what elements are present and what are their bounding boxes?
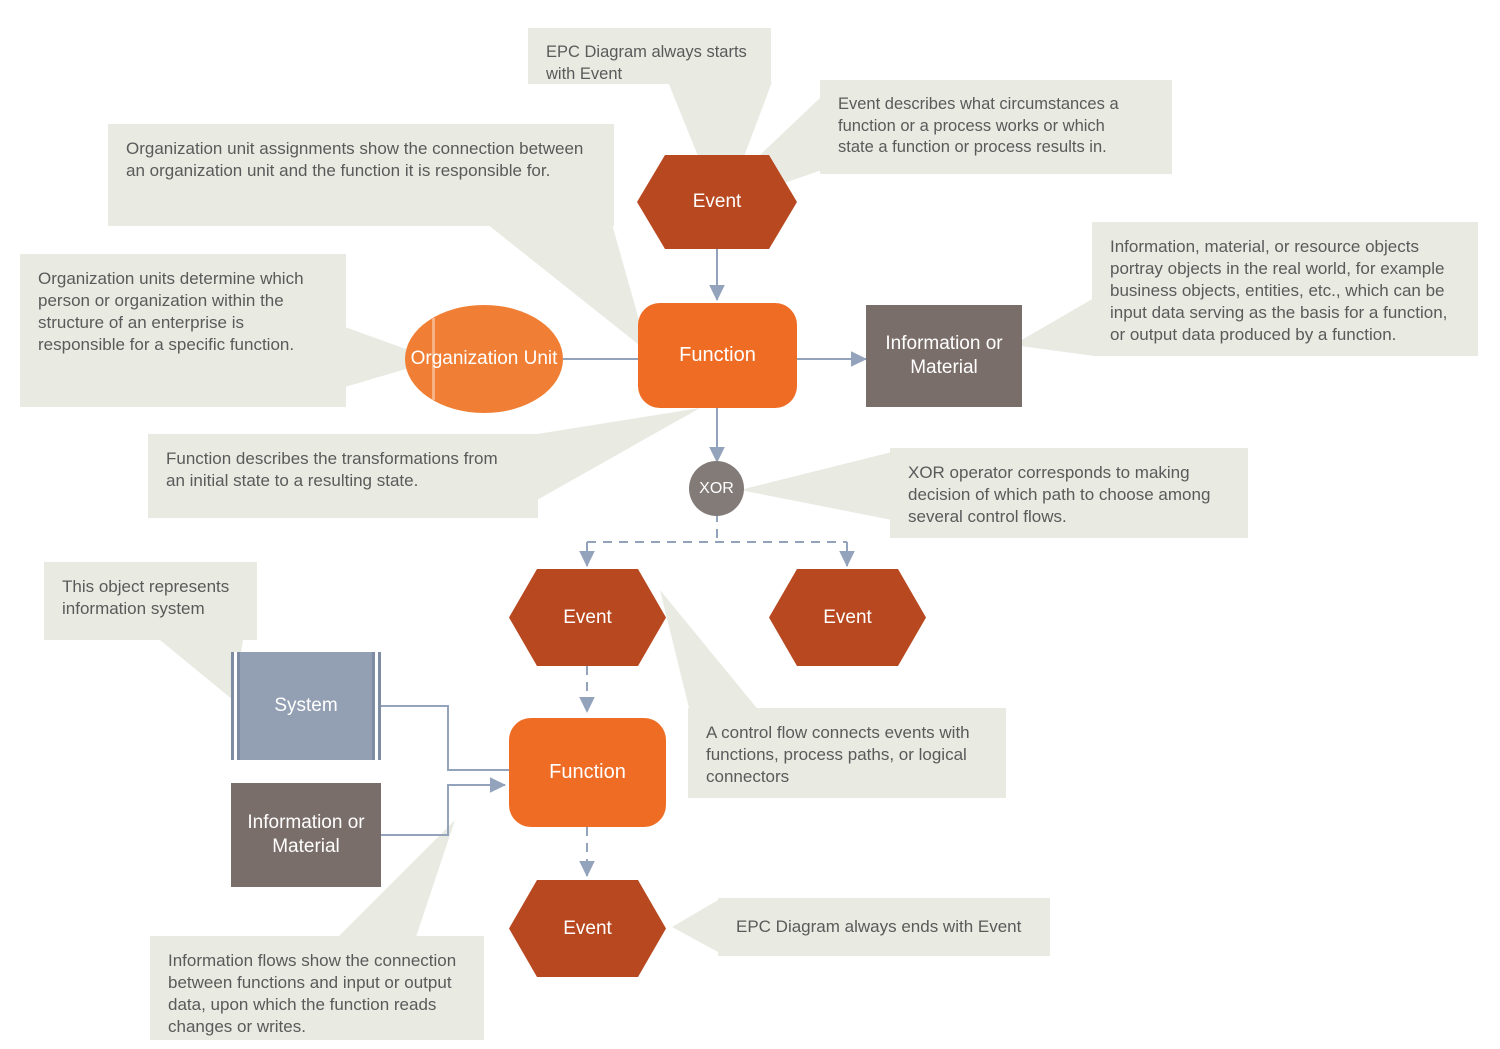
note-information-description: Information, material, or resource objec… xyxy=(1092,222,1478,356)
information-flow-system-to-function xyxy=(381,705,512,771)
note-control-flow-description: A control flow connects events with func… xyxy=(688,708,1006,798)
node-event-start[interactable]: Event xyxy=(637,155,797,249)
node-label: XOR xyxy=(699,479,734,497)
node-label: Event xyxy=(563,606,612,628)
note-xor-description: XOR operator corresponds to making decis… xyxy=(890,448,1248,538)
node-label: Event xyxy=(692,191,742,212)
node-label: Event xyxy=(563,917,612,939)
note-event-description: Event describes what circumstances a fun… xyxy=(820,80,1172,174)
note-ends-with-event: EPC Diagram always ends with Event xyxy=(718,898,1050,956)
node-organization-unit[interactable]: Organization Unit xyxy=(405,305,563,413)
node-system[interactable]: System xyxy=(231,652,381,760)
node-label: Function xyxy=(549,761,626,783)
node-function-bottom[interactable]: Function xyxy=(509,718,666,827)
node-label: Event xyxy=(823,606,872,628)
node-event-branch-right[interactable]: Event xyxy=(769,569,926,666)
node-label: Organization Unit xyxy=(410,348,558,369)
node-event-branch-left[interactable]: Event xyxy=(509,569,666,666)
node-xor-connector[interactable]: XOR xyxy=(689,461,744,516)
system-left-border-inner xyxy=(237,652,240,760)
node-event-end[interactable]: Event xyxy=(509,880,666,977)
node-label: System xyxy=(274,695,338,716)
node-information-or-material-bottom[interactable]: Information or Material xyxy=(231,783,381,887)
note-org-unit-assignment: Organization unit assignments show the c… xyxy=(108,124,614,226)
system-right-border-outer xyxy=(378,652,381,760)
node-information-or-material-top[interactable]: Information or Material xyxy=(866,305,1022,407)
note-system-description: This object represents information syste… xyxy=(44,562,257,640)
information-flow-material-to-function xyxy=(381,777,506,836)
node-label: Information or Material xyxy=(247,812,365,857)
node-label: Information or Material xyxy=(885,333,1003,378)
node-function-top[interactable]: Function xyxy=(638,303,797,408)
node-label: Function xyxy=(679,344,756,366)
note-information-flow-description: Information flows show the connection be… xyxy=(150,936,484,1040)
note-function-description: Function describes the transformations f… xyxy=(148,434,538,518)
note-org-unit-description: Organization units determine which perso… xyxy=(20,254,346,407)
epc-diagram-canvas: EPC Diagram always starts with Event Eve… xyxy=(0,0,1500,1049)
note-starts-with-event: EPC Diagram always starts with Event xyxy=(528,28,771,84)
